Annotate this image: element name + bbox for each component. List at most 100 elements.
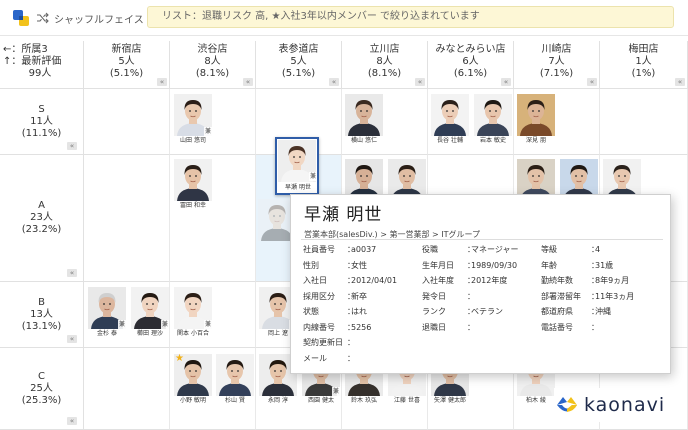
row-grade: C <box>38 370 45 382</box>
shuffle-icon <box>37 12 49 24</box>
concurrent-post-badge: 兼 <box>204 320 212 329</box>
employee-photo-frame <box>517 94 555 136</box>
grid-cell <box>84 348 170 430</box>
row-header-a[interactable]: A 23人 (23.2%) « <box>0 155 84 282</box>
employee-name: 長谷 壮輔 <box>437 137 463 144</box>
employee-card[interactable]: 深見 朋 <box>517 94 555 146</box>
employee-photo <box>431 94 469 136</box>
employee-card[interactable]: 兼櫛田 理沙 <box>131 287 169 339</box>
employee-name: 横山 悠仁 <box>351 137 377 144</box>
popup-field-value: 新卒 <box>351 291 367 301</box>
popup-field-value: 2012年度 <box>471 276 508 285</box>
employee-card[interactable]: 冨田 和幸 <box>174 159 212 211</box>
employee-card[interactable]: 兼早瀬 明世 <box>275 137 319 195</box>
employee-card[interactable]: 兼山田 悠司 <box>174 94 212 146</box>
collapse-column-button[interactable]: « <box>587 78 597 86</box>
employee-name: 冨田 和幸 <box>180 202 206 209</box>
employee-name: 深見 朋 <box>526 137 546 144</box>
employee-photo <box>345 94 383 136</box>
row-pct: (13.1%) <box>21 320 62 332</box>
employee-name: 柏木 綾 <box>526 397 546 404</box>
employee-card[interactable]: 長谷 壮輔 <box>431 94 469 146</box>
column-header-3[interactable]: 立川店 8人 (8.1%) « <box>342 41 428 89</box>
employee-name: 関本 小百合 <box>177 330 209 337</box>
employee-name: 杉山 賢 <box>225 397 245 404</box>
collapse-row-button[interactable]: « <box>67 335 77 343</box>
column-name: 表参道店 <box>278 44 319 55</box>
employee-name: 早瀬 明世 <box>285 184 311 191</box>
collapse-column-button[interactable]: « <box>329 78 339 86</box>
column-count: 8人 <box>204 56 221 67</box>
popup-field-key: 役職 <box>422 245 438 254</box>
employee-photo <box>474 94 512 136</box>
column-name: 渋谷店 <box>197 44 228 55</box>
popup-field-value: 1989/09/30 <box>471 260 518 270</box>
popup-field-key: 部署滞留年 <box>541 291 581 301</box>
y-axis-label: ↑：最新評価 <box>3 56 62 67</box>
row-pct: (23.2%) <box>21 224 62 235</box>
row-header-s[interactable]: S 11人 (11.1%) « <box>0 89 84 155</box>
employee-name: 永岡 淳 <box>268 397 288 404</box>
employee-card[interactable]: 兼金杉 泰 <box>88 287 126 339</box>
employee-name: 江藤 世喜 <box>394 397 420 404</box>
employee-card[interactable]: 横山 悠仁 <box>345 94 383 146</box>
column-header-4[interactable]: みなとみらい店 6人 (6.1%) « <box>428 41 514 89</box>
column-header-6[interactable]: 梅田店 1人 (1%) « <box>600 41 688 89</box>
employee-name: 矢澤 健太郎 <box>434 397 466 404</box>
collapse-row-button[interactable]: « <box>67 417 77 425</box>
popup-field-value: はれ <box>351 307 367 316</box>
popup-field-separator: ： <box>467 322 475 332</box>
popup-field-value: ベテラン <box>471 307 503 316</box>
collapse-column-button[interactable]: « <box>157 78 167 86</box>
concurrent-post-badge: 兼 <box>332 387 340 396</box>
column-header-1[interactable]: 渋谷店 8人 (8.1%) « <box>170 41 256 89</box>
collapse-row-button[interactable]: « <box>67 269 77 277</box>
popup-field-separator: ： <box>347 338 355 347</box>
concurrent-post-badge: 兼 <box>161 320 169 329</box>
popup-field-key: 入社年度 <box>422 276 454 285</box>
collapse-column-button[interactable]: « <box>415 78 425 86</box>
shuffle-face-button[interactable]: シャッフルフェイス <box>36 10 144 26</box>
collapse-column-button[interactable]: « <box>243 78 253 86</box>
popup-field-separator: ： <box>347 353 355 363</box>
column-header-0[interactable]: 新宿店 5人 (5.1%) « <box>84 41 170 89</box>
row-header-b[interactable]: B 13人 (13.1%) « <box>0 282 84 348</box>
shuffle-app-icon[interactable] <box>12 9 30 27</box>
employee-card[interactable]: ★ 小野 敏明 <box>174 354 212 406</box>
column-header-5[interactable]: 川崎店 7人 (7.1%) « <box>514 41 600 89</box>
filter-banner: リスト：退職リスク 高, ★入社3年以内メンバー で絞り込まれています <box>147 6 674 28</box>
popup-field-value: 4 <box>595 245 601 254</box>
employee-photo-frame <box>345 94 383 136</box>
kaonavi-logo-mark <box>557 397 577 412</box>
column-name: 立川店 <box>369 44 400 55</box>
column-name: みなとみらい店 <box>435 44 506 55</box>
popup-field-key: 年齢 <box>541 260 557 270</box>
collapse-column-button[interactable]: « <box>675 78 685 86</box>
employee-card[interactable]: 岩本 敏史 <box>474 94 512 146</box>
popup-field-separator: ： <box>467 291 475 301</box>
column-count: 1人 <box>635 56 652 67</box>
top-toolbar: シャッフルフェイス リスト：退職リスク 高, ★入社3年以内メンバー で絞り込ま… <box>0 0 688 36</box>
employee-name: 小野 敏明 <box>180 397 206 404</box>
popup-field-value: 8年9ヵ月 <box>595 276 630 285</box>
employee-name: 鈴木 玖弘 <box>351 397 377 404</box>
popup-field-value: 沖縄 <box>595 307 611 316</box>
row-header-c[interactable]: C 25人 (25.3%) « <box>0 348 84 430</box>
employee-card[interactable]: 杉山 賢 <box>216 354 254 406</box>
employee-name: 金杉 泰 <box>97 330 117 337</box>
column-header-2[interactable]: 表参道店 5人 (5.1%) « <box>256 41 342 89</box>
employee-photo <box>517 94 555 136</box>
column-name: 川崎店 <box>541 44 572 55</box>
popup-divider <box>301 239 663 240</box>
employee-name: 山田 悠司 <box>180 137 206 144</box>
collapse-column-button[interactable]: « <box>501 78 511 86</box>
popup-field-separator: ： <box>591 322 599 332</box>
column-count: 6人 <box>462 56 479 67</box>
employee-card[interactable]: 兼関本 小百合 <box>174 287 212 339</box>
column-pct: (1%) <box>631 68 656 79</box>
kaonavi-logo: kaonavi <box>554 388 674 422</box>
collapse-row-button[interactable]: « <box>67 142 77 150</box>
row-count: 13人 <box>30 308 53 320</box>
column-name: 梅田店 <box>628 44 659 55</box>
popup-field-key: ランク <box>422 307 446 316</box>
